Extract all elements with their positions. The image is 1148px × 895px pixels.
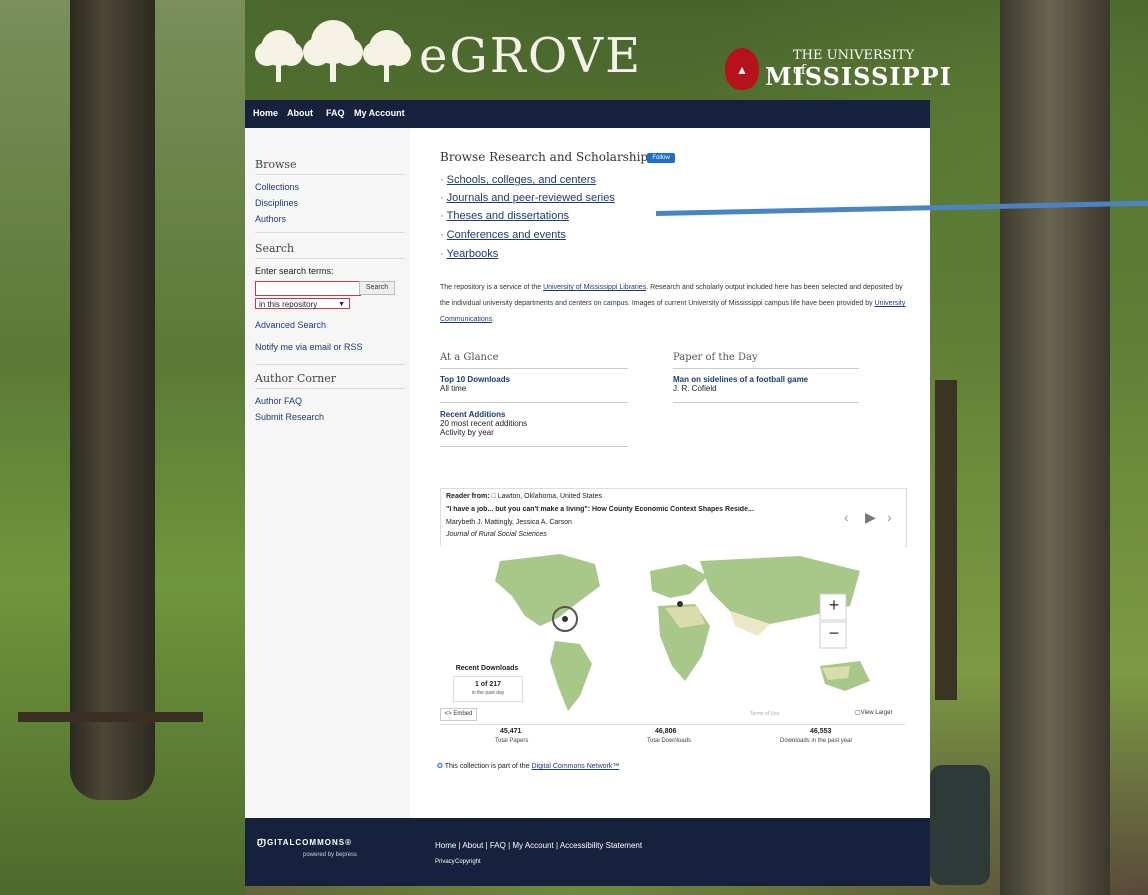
notify-link[interactable]: Notify me via email or RSS [255,342,363,352]
search-scope-select[interactable]: in this repository ▼ [255,298,350,309]
egrove-logo-text[interactable]: eGROVE [419,28,642,84]
nav-about[interactable]: About [287,108,313,118]
recent-downloads-count: 1 of 217 [474,681,502,688]
search-button[interactable]: Search [359,281,395,295]
divider [440,402,628,403]
top-downloads-link[interactable]: Top 10 Downloads [440,375,510,384]
sidebar-link-collections[interactable]: Collections [255,182,299,192]
previous-arrow-icon[interactable]: ‹ [844,509,849,525]
sidebar: Browse Collections Disciplines Authors S… [245,128,410,818]
paper-of-day-heading: Paper of the Day [673,352,758,363]
divider [440,446,628,447]
recent-additions-link[interactable]: Recent Additions [440,410,505,419]
activity-by-year-link[interactable]: Activity by year [440,428,494,437]
divider [673,402,859,403]
stat-total-papers-value: 45,471 [500,728,522,735]
tree-trunk-right [1000,0,1110,895]
tree-trunk-left [70,0,155,800]
reader-paper-journal: Journal of Rural Social Sciences [446,531,547,538]
nav-home[interactable]: Home [253,108,278,118]
divider [255,258,405,259]
zoom-out-button[interactable]: − [821,620,847,646]
browse-link-schools[interactable]: · Schools, colleges, and centers [440,174,596,186]
footer-copyright[interactable]: Copyright [455,859,481,865]
repository-description: The repository is a service of the Unive… [440,284,906,323]
libraries-link[interactable]: University of Mississippi Libraries [543,284,646,291]
view-larger-button[interactable]: ▢View Larger [855,709,903,716]
sidebar-link-author-faq[interactable]: Author FAQ [255,396,302,406]
recent-downloads-count-sub: in the past day [471,690,505,696]
browse-link-conferences[interactable]: · Conferences and events [440,229,566,241]
picnic-bench [18,712,203,762]
divider [673,368,859,369]
search-heading: Search [255,242,295,255]
page-title: Browse Research and Scholarship [440,150,649,164]
zoom-in-button[interactable]: + [821,592,847,618]
play-icon[interactable]: ▶ [865,509,876,526]
advanced-search-link[interactable]: Advanced Search [255,320,326,330]
reader-paper-authors: Marybeth J. Mattingly, Jessica A. Carson [446,519,572,526]
park-bench-right [930,765,990,885]
terms-of-use[interactable]: Terms of Use [750,711,779,717]
author-corner-heading: Author Corner [255,372,337,385]
recent-additions-sub[interactable]: 20 most recent additions [440,419,527,428]
sidebar-link-disciplines[interactable]: Disciplines [255,198,298,208]
next-arrow-icon[interactable]: › [887,509,892,525]
browse-link-journals[interactable]: · Journals and peer-reviewed series [440,192,615,204]
stat-total-papers-label: Total Papers [495,738,529,744]
university-name[interactable]: MISSISSIPPI [765,62,952,91]
stat-total-downloads-value: 46,806 [655,728,677,735]
divider [440,724,905,725]
page-container: Home About FAQ My Account Browse Collect… [245,100,930,886]
reader-widget: Reader from: □ Lawton, Oklahoma, United … [440,488,907,547]
follow-button[interactable]: Follow [647,153,675,163]
divider [255,388,405,389]
paper-of-day-author: J. R. Cofield [673,384,717,393]
map-stats-bar: <> Embed Terms of Use ▢View Larger 45,47… [440,708,905,756]
network-icon: ✪ [437,763,443,770]
stat-past-year-label: Downloads in the past year [780,738,853,744]
site-header: eGROVE ▴ THE UNIVERSITY of MISSISSIPPI [245,10,951,100]
tree-trunk-middle [935,380,957,700]
search-input[interactable] [255,281,361,296]
flag-icon: □ [491,493,496,500]
university-seal-icon: ▴ [725,48,759,90]
stat-past-year-value: 46,553 [810,728,832,735]
divider [255,364,405,365]
divider [255,174,405,175]
site-footer: ◯ DIGITALCOMMONS® powered by bepress Hom… [245,818,930,886]
recent-downloads-label: Recent Downloads [455,665,519,672]
divider [440,368,628,369]
dc-network-link[interactable]: Digital Commons Network™ [531,763,619,770]
top-downloads-sub: All time [440,384,467,393]
browse-link-yearbooks[interactable]: · Yearbooks [440,248,498,260]
search-label: Enter search terms: [255,266,334,276]
at-a-glance-heading: At a Glance [440,352,499,363]
browse-link-theses[interactable]: · Theses and dissertations [440,210,569,222]
trees-logo-icon [255,20,411,82]
search-scope-value: in this repository [259,300,318,309]
dc-network-note: ✪ This collection is part of the Digital… [437,763,620,770]
footer-privacy[interactable]: Privacy [435,859,455,865]
reader-paper-title[interactable]: "I have a job... but you can't make a li… [446,506,826,513]
embed-button[interactable]: <> Embed [440,708,477,721]
top-navigation: Home About FAQ My Account [245,100,930,128]
recent-downloads-counter: 1 of 217 in the past day [453,676,523,702]
stat-total-downloads-label: Total Downloads [647,738,692,744]
nav-faq[interactable]: FAQ [326,108,345,118]
reader-location-row: Reader from: □ Lawton, Oklahoma, United … [446,493,602,500]
nav-my-account[interactable]: My Account [354,108,405,118]
divider [255,232,405,233]
dropdown-arrow-icon: ▼ [338,301,345,308]
digital-commons-sub: powered by bepress [303,852,358,858]
footer-links[interactable]: Home | About | FAQ | My Account | Access… [435,841,642,850]
browse-heading: Browse [255,158,297,171]
sidebar-link-authors[interactable]: Authors [255,214,286,224]
paper-of-day-title[interactable]: Man on sidelines of a football game [673,375,808,384]
sidebar-link-submit-research[interactable]: Submit Research [255,412,324,422]
